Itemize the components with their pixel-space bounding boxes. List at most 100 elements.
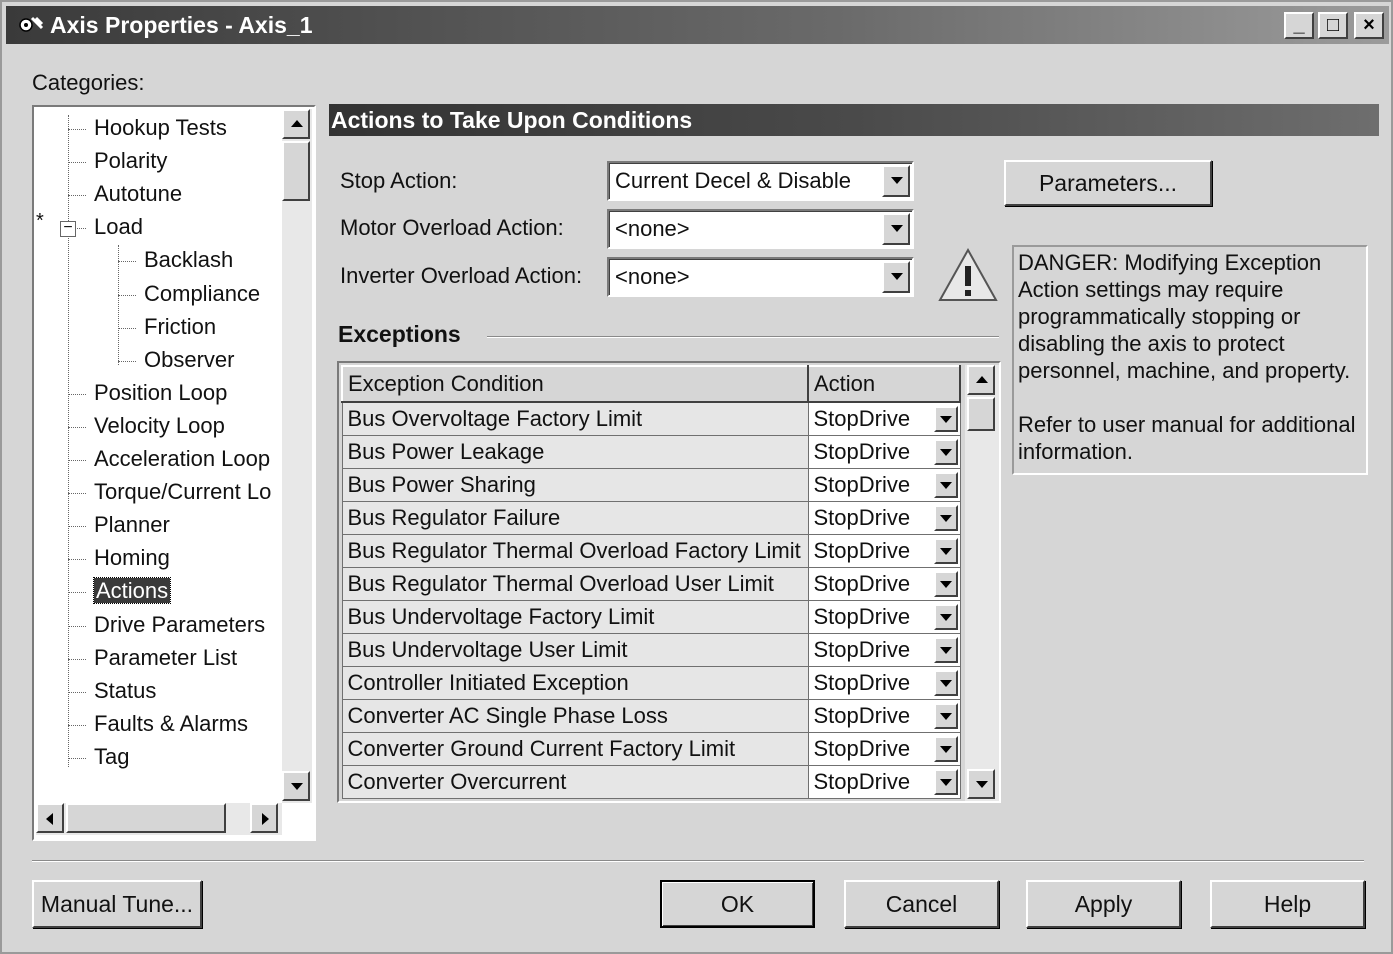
tree-item-torque-current-lo[interactable]: Torque/Current Lo <box>94 477 271 507</box>
maximize-button[interactable]: □ <box>1318 12 1348 39</box>
action-dropdown-button[interactable] <box>933 406 958 432</box>
exceptions-scroll-up-button[interactable] <box>967 365 995 395</box>
scroll-down-button[interactable] <box>282 771 310 801</box>
tree-item-homing[interactable]: Homing <box>94 543 170 573</box>
inverter-overload-dropdown[interactable]: <none> <box>607 257 914 297</box>
tree-item-drive-parameters[interactable]: Drive Parameters <box>94 610 265 640</box>
tree-item-velocity-loop[interactable]: Velocity Loop <box>94 411 225 441</box>
exception-action-dropdown[interactable]: StopDrive <box>807 434 961 469</box>
exception-action-dropdown[interactable]: StopDrive <box>807 632 961 667</box>
action-dropdown-button[interactable] <box>933 702 958 729</box>
exception-action-dropdown[interactable]: StopDrive <box>807 500 961 535</box>
table-row[interactable]: Converter AC Single Phase Loss StopDrive <box>341 698 961 733</box>
tree-item-faults-alarms[interactable]: Faults & Alarms <box>94 709 248 739</box>
action-dropdown-button[interactable] <box>933 603 958 630</box>
table-row[interactable]: Converter Overcurrent StopDrive <box>341 764 961 799</box>
tree-vertical-scrollbar[interactable] <box>282 109 312 803</box>
exceptions-scroll-thumb[interactable] <box>967 397 995 431</box>
table-row[interactable]: Bus Regulator Failure StopDrive <box>341 500 961 535</box>
table-row[interactable]: Bus Power Sharing StopDrive <box>341 467 961 502</box>
tree-connector <box>68 493 86 495</box>
exception-action-dropdown[interactable]: StopDrive <box>807 566 961 601</box>
table-row[interactable]: Bus Undervoltage User Limit StopDrive <box>341 632 961 667</box>
action-dropdown-button[interactable] <box>933 471 958 498</box>
exceptions-label: Exceptions <box>338 321 461 347</box>
action-dropdown-button[interactable] <box>933 570 958 597</box>
stop-action-dropdown[interactable]: Current Decel & Disable <box>607 161 914 201</box>
exception-action-value: StopDrive <box>813 636 911 662</box>
motor-overload-dropdown[interactable]: <none> <box>607 209 914 249</box>
window-title: Axis Properties - Axis_1 <box>50 12 313 38</box>
manual-tune-button[interactable]: Manual Tune... <box>32 880 202 928</box>
tree-item-backlash[interactable]: Backlash <box>144 245 233 275</box>
tree-item-tag[interactable]: Tag <box>94 742 129 772</box>
tree-item-polarity[interactable]: Polarity <box>94 146 167 176</box>
tree-item-autotune[interactable]: Autotune <box>94 179 182 209</box>
tree-item-label: Compliance <box>144 280 261 306</box>
ok-button[interactable]: OK <box>660 880 815 928</box>
action-dropdown-button[interactable] <box>933 537 958 564</box>
exception-action-dropdown[interactable]: StopDrive <box>807 401 961 436</box>
horizontal-scroll-thumb[interactable] <box>66 803 226 833</box>
tree-item-label: Hookup Tests <box>94 115 227 140</box>
table-row[interactable]: Bus Undervoltage Factory Limit StopDrive <box>341 599 961 634</box>
tree-item-planner[interactable]: Planner <box>94 510 170 540</box>
tree-item-status[interactable]: Status <box>94 676 156 706</box>
inverter-overload-dropdown-button[interactable] <box>882 261 910 293</box>
table-row[interactable]: Controller Initiated Exception StopDrive <box>341 665 961 700</box>
action-dropdown-button[interactable] <box>933 768 958 795</box>
help-button[interactable]: Help <box>1210 880 1365 928</box>
table-row[interactable]: Bus Regulator Thermal Overload User Limi… <box>341 566 961 601</box>
table-row[interactable]: Converter Ground Current Factory Limit St… <box>341 731 961 766</box>
title-bar[interactable]: Axis Properties - Axis_1 _ □ × <box>6 6 1389 44</box>
exception-action-dropdown[interactable]: StopDrive <box>807 533 961 568</box>
column-header-action[interactable]: Action <box>807 365 961 403</box>
collapse-icon[interactable]: − <box>60 220 76 238</box>
tree-item-position-loop[interactable]: Position Loop <box>94 378 227 408</box>
apply-button[interactable]: Apply <box>1026 880 1181 928</box>
motor-overload-dropdown-button[interactable] <box>882 213 910 245</box>
action-dropdown-button[interactable] <box>933 504 958 531</box>
tree-item-load[interactable]: Load <box>94 212 143 242</box>
action-dropdown-button[interactable] <box>933 438 958 465</box>
table-row[interactable]: Bus Power Leakage StopDrive <box>341 434 961 469</box>
scroll-left-button[interactable] <box>36 803 64 833</box>
tree-item-friction[interactable]: Friction <box>144 312 216 342</box>
tree-item-compliance[interactable]: Compliance <box>144 279 260 309</box>
table-row[interactable]: Bus Overvoltage Factory Limit StopDrive <box>341 401 961 436</box>
table-row[interactable]: Bus Regulator Thermal Overload Factory L… <box>341 533 961 568</box>
scroll-thumb[interactable] <box>282 141 310 201</box>
exception-action-dropdown[interactable]: StopDrive <box>807 764 961 799</box>
exception-action-dropdown[interactable]: StopDrive <box>807 599 961 634</box>
minimize-button[interactable]: _ <box>1284 12 1314 39</box>
action-dropdown-button[interactable] <box>933 669 958 696</box>
scroll-right-button[interactable] <box>250 803 278 833</box>
stop-action-dropdown-button[interactable] <box>882 165 910 197</box>
exception-action-dropdown[interactable]: StopDrive <box>807 467 961 502</box>
tree-item-label: Load <box>94 214 143 240</box>
tree-item-observer[interactable]: Observer <box>144 345 234 375</box>
exception-action-dropdown[interactable]: StopDrive <box>807 698 961 733</box>
exceptions-scroll-down-button[interactable] <box>967 769 995 799</box>
tree-item-actions[interactable]: Actions <box>92 576 172 606</box>
categories-tree: Hookup Tests Polarity Autotune Load − * Backla… <box>32 105 316 841</box>
column-header-condition[interactable]: Exception Condition <box>341 365 809 403</box>
tree-item-parameter-list[interactable]: Parameter List <box>94 643 237 673</box>
tree-horizontal-scrollbar[interactable] <box>36 803 282 835</box>
tree-connector <box>68 658 86 660</box>
exception-action-dropdown[interactable]: StopDrive <box>807 731 961 766</box>
action-dropdown-button[interactable] <box>933 636 958 663</box>
scroll-up-button[interactable] <box>282 109 310 139</box>
tree-item-hookup-tests[interactable]: Hookup Tests <box>94 113 227 143</box>
chevron-down-icon <box>939 514 952 522</box>
cancel-button[interactable]: Cancel <box>844 880 999 928</box>
tree-connector <box>68 592 86 594</box>
action-dropdown-button[interactable] <box>933 735 958 762</box>
parameters-button[interactable]: Parameters... <box>1004 160 1212 206</box>
exception-action-dropdown[interactable]: StopDrive <box>807 665 961 700</box>
exception-condition-cell: Converter Overcurrent <box>341 764 809 799</box>
exception-action-value: StopDrive <box>813 504 911 530</box>
exceptions-vertical-scrollbar[interactable] <box>965 365 999 801</box>
close-button[interactable]: × <box>1354 12 1384 39</box>
tree-item-acceleration-loop[interactable]: Acceleration Loop <box>94 444 270 474</box>
